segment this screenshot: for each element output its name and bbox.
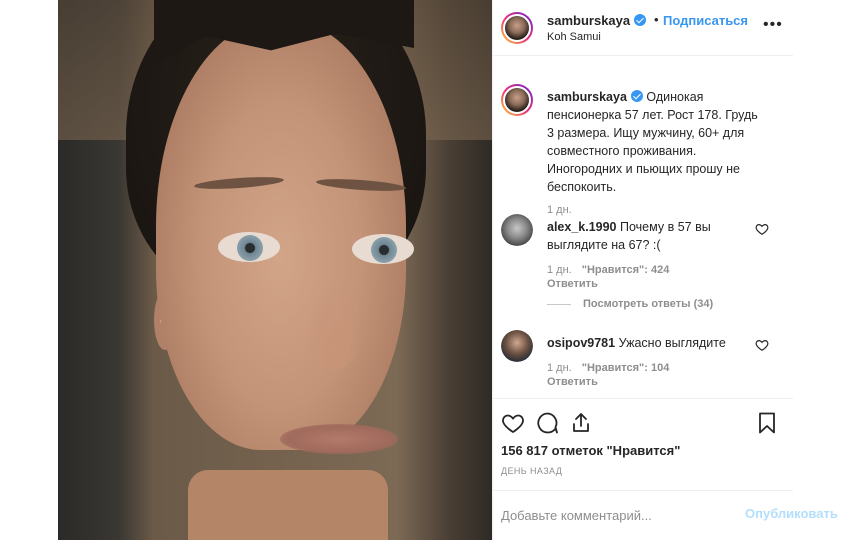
comment-icon[interactable]: [535, 411, 559, 435]
caption-text: Одинокая пенсионерка 57 лет. Рост 178. Г…: [547, 90, 758, 194]
post-location[interactable]: Koh Samui: [547, 31, 601, 43]
reply-button[interactable]: Ответить: [547, 278, 598, 290]
comment-meta: 1 дн. "Нравится": 424: [547, 264, 669, 276]
comment-time: 1 дн.: [547, 264, 572, 276]
author-username[interactable]: samburskaya: [547, 13, 630, 28]
comment-like-heart-icon[interactable]: [755, 338, 769, 352]
post-side-panel: samburskaya • Подписаться Koh Samui ••• …: [492, 0, 838, 540]
likes-count[interactable]: 156 817 отметок "Нравится": [501, 443, 680, 458]
comment-text-block: osipov9781 Ужасно выглядите: [547, 334, 767, 352]
commenter-avatar[interactable]: [501, 330, 533, 362]
comment-username[interactable]: osipov9781: [547, 336, 615, 350]
photo-lips: [280, 424, 398, 454]
photo-nose: [304, 280, 364, 370]
comment-username[interactable]: alex_k.1990: [547, 220, 617, 234]
view-replies-button[interactable]: Посмотреть ответы (34): [547, 298, 713, 310]
add-comment-bar: Опубликовать: [493, 490, 838, 540]
comment-like-heart-icon[interactable]: [755, 222, 769, 236]
comment-likes[interactable]: "Нравится": 104: [582, 362, 670, 374]
post-photo[interactable]: [58, 0, 492, 540]
comment-meta: 1 дн. "Нравится": 104: [547, 362, 669, 374]
author-username-row: samburskaya: [547, 13, 647, 28]
bookmark-icon[interactable]: [755, 411, 779, 435]
photo-neck: [188, 470, 388, 540]
separator-dot: •: [654, 12, 659, 27]
comment-likes[interactable]: "Нравится": 424: [582, 264, 670, 276]
comment-text-block: alex_k.1990 Почему в 57 вы выглядите на …: [547, 218, 767, 254]
heart-icon[interactable]: [501, 411, 525, 435]
comment-time: 1 дн.: [547, 362, 572, 374]
more-options-icon[interactable]: •••: [763, 16, 783, 34]
reply-button[interactable]: Ответить: [547, 376, 598, 388]
caption-avatar[interactable]: [501, 84, 533, 116]
post-header: samburskaya • Подписаться Koh Samui •••: [493, 0, 793, 56]
caption-time: 1 дн.: [547, 204, 572, 216]
photo-left-eye: [218, 232, 280, 262]
verified-badge-icon: [630, 90, 643, 102]
verified-badge-icon: [634, 14, 647, 26]
caption-text-block: samburskaya Одинокая пенсионерка 57 лет.…: [547, 88, 767, 196]
comment-input[interactable]: [501, 505, 701, 525]
publish-button[interactable]: Опубликовать: [745, 506, 838, 521]
share-icon[interactable]: [569, 411, 593, 435]
follow-button[interactable]: Подписаться: [663, 13, 748, 28]
comments-list[interactable]: samburskaya Одинокая пенсионерка 57 лет.…: [493, 76, 793, 398]
commenter-avatar[interactable]: [501, 214, 533, 246]
post-actions: [493, 398, 793, 440]
comment-text: Ужасно выглядите: [618, 336, 726, 350]
instagram-post: samburskaya • Подписаться Koh Samui ••• …: [58, 0, 838, 540]
caption-username[interactable]: samburskaya: [547, 90, 627, 104]
photo-right-eye: [352, 234, 414, 264]
post-timestamp[interactable]: ДЕНЬ НАЗАД: [501, 466, 562, 476]
author-avatar[interactable]: [501, 12, 533, 44]
